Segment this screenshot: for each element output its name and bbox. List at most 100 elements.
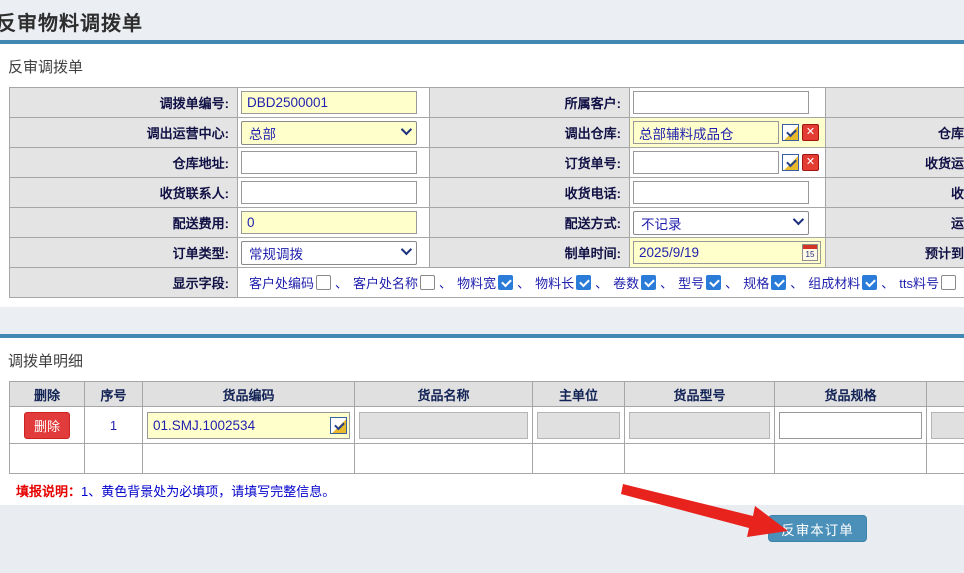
order-no-label: 调拨单编号: [10,88,238,118]
item-unit-readonly [537,412,620,439]
note-prefix: 填报说明： [16,484,81,499]
item-name-readonly [359,412,528,439]
customer-input[interactable] [633,91,809,114]
option-label: 物料长 [535,273,574,292]
checkbox[interactable] [420,275,435,290]
out-center-select[interactable]: 总部 [241,121,417,145]
warehouse-addr-label: 仓库地址: [10,148,238,178]
note-text: 1、黄色背景处为必填项，请填写完整信息。 [81,484,335,499]
col-header-seq: 序号 [85,382,143,407]
lookup-icon[interactable] [330,417,347,434]
order-form-section: 反审调拨单 调拨单编号: 所属客户: 联 调出运营中心: 总部 调出仓库: [0,56,964,307]
item-spec-input[interactable] [779,412,922,439]
receiver-contact-label: 收货联系人: [10,178,238,208]
warehouse-addr-input[interactable] [241,151,417,174]
out-center-selected-value: 总部 [249,123,276,143]
checkbox[interactable] [316,275,331,290]
checkbox[interactable] [862,275,877,290]
receive-center-label-truncated: 收货运营 [826,148,964,178]
form-row: 显示字段: 客户处编码 、 客户处名称 、 物料宽 、 物料长 、 卷数 、 型… [10,268,964,298]
col-header-extra [927,382,964,407]
page-header-band: 反审物料调拨单 [0,0,964,40]
form-row: 订单类型: 常规调拨 制单时间: 15 预计到达 [10,238,964,268]
checkbox[interactable] [498,275,513,290]
col-header-model: 货品型号 [625,382,775,407]
out-warehouse-label: 调出仓库: [430,118,630,148]
order-form-section-title: 反审调拨单 [8,56,964,77]
lookup-icon[interactable] [782,124,799,141]
warehouse-contact-label-truncated: 仓库联 [826,118,964,148]
chevron-down-icon [793,214,804,225]
option-label: tts料号 [899,273,939,292]
detail-section-title: 调拨单明细 [8,350,964,371]
chevron-down-icon [401,244,412,255]
calendar-icon[interactable]: 15 [802,244,818,261]
receiver-contact-input[interactable] [241,181,417,204]
delivery-method-select[interactable]: 不记录 [633,211,809,235]
delivery-fee-label: 配送费用: [10,208,238,238]
detail-section: 调拨单明细 删除 序号 货品编码 货品名称 主单位 货品型号 货品规格 删除 1 [0,350,964,515]
item-extra-readonly [931,412,964,439]
option-label: 客户处编码 [249,273,314,292]
checkbox[interactable] [641,275,656,290]
chevron-down-icon [401,124,412,135]
order-type-label: 订单类型: [10,238,238,268]
receiver-phone-input[interactable] [633,181,809,204]
option-label: 型号 [678,273,704,292]
reverse-audit-button[interactable]: 反审本订单 [768,515,867,542]
transport-label-truncated: 运输 [826,208,964,238]
clear-icon[interactable]: ✕ [802,154,819,171]
detail-empty-row [10,444,964,474]
customer-label: 所属客户: [430,88,630,118]
checkbox[interactable] [706,275,721,290]
option-label: 物料宽 [457,273,496,292]
order-form-table: 调拨单编号: 所属客户: 联 调出运营中心: 总部 调出仓库: ✕ [9,87,964,298]
clear-icon[interactable]: ✕ [802,124,819,141]
create-time-label: 制单时间: [430,238,630,268]
header-divider [0,40,964,44]
order-type-select[interactable]: 常规调拨 [241,241,417,265]
out-center-label: 调出运营中心: [10,118,238,148]
checkbox[interactable] [576,275,591,290]
form-row: 调拨单编号: 所属客户: 联 [10,88,964,118]
lookup-icon[interactable] [782,154,799,171]
order-no-input[interactable] [241,91,417,114]
detail-header-row: 删除 序号 货品编码 货品名称 主单位 货品型号 货品规格 [10,382,964,407]
detail-table: 删除 序号 货品编码 货品名称 主单位 货品型号 货品规格 删除 1 [9,381,964,474]
receive-addr-label-truncated: 收货 [826,178,964,208]
delivery-fee-input[interactable] [241,211,417,234]
receiver-phone-label: 收货电话: [430,178,630,208]
col-header-spec: 货品规格 [775,382,927,407]
col-header-delete: 删除 [10,382,85,407]
col-header-name: 货品名称 [355,382,533,407]
calendar-day: 15 [803,249,817,260]
order-type-selected-value: 常规调拨 [249,243,303,263]
fill-note: 填报说明：1、黄色背景处为必填项，请填写完整信息。 [16,481,964,500]
form-row: 收货联系人: 收货电话: 收货 [10,178,964,208]
checkbox[interactable] [771,275,786,290]
option-label: 卷数 [613,273,639,292]
contact-label-truncated: 联 [826,88,964,118]
row-seq: 1 [85,407,143,444]
detail-row: 删除 1 [10,407,964,444]
item-model-readonly [629,412,770,439]
delete-row-button[interactable]: 删除 [24,412,70,439]
option-label: 规格 [743,273,769,292]
option-label: 组成材料 [808,273,860,292]
eta-label-truncated: 预计到达 [826,238,964,268]
section-divider [0,334,964,338]
checkbox[interactable] [941,275,956,290]
order-ref-no-label: 订货单号: [430,148,630,178]
form-row: 调出运营中心: 总部 调出仓库: ✕ 仓库联 [10,118,964,148]
form-row: 配送费用: 配送方式: 不记录 运输 [10,208,964,238]
option-label: 客户处名称 [353,273,418,292]
section-separator-band [0,307,964,334]
col-header-unit: 主单位 [533,382,625,407]
order-ref-no-input[interactable] [633,151,779,174]
footer-bar: 反审本订单 [0,505,964,573]
display-fields-label: 显示字段: [10,268,238,298]
out-warehouse-input[interactable] [633,121,779,144]
item-code-input[interactable] [147,412,350,439]
create-time-input[interactable] [633,241,821,264]
display-fields-options: 客户处编码 、 客户处名称 、 物料宽 、 物料长 、 卷数 、 型号 、 规格… [241,273,964,292]
